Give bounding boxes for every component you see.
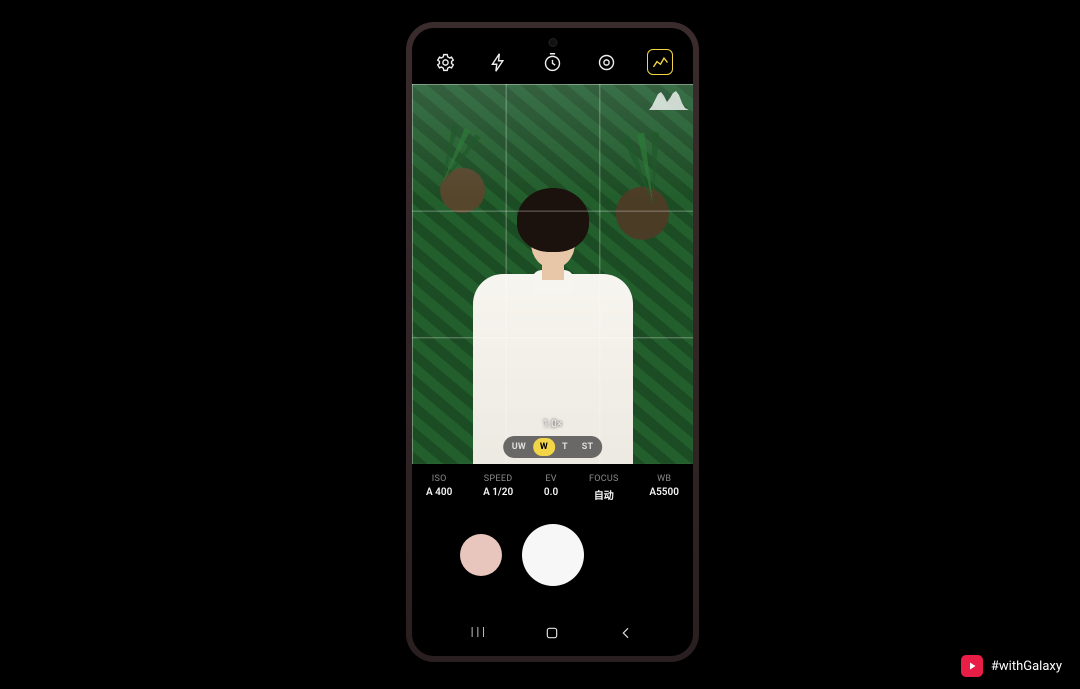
param-ev[interactable]: EV 0.0 [544, 474, 558, 502]
camera-viewfinder[interactable]: 1.0× UW W T ST [412, 84, 693, 464]
nav-recents-icon[interactable]: III [465, 625, 493, 641]
param-iso[interactable]: ISO A 400 [426, 474, 452, 502]
pro-params-row: ISO A 400 SPEED A 1/20 EV 0.0 FOCUS 自动 W… [412, 464, 693, 508]
withgalaxy-badge[interactable]: #withGalaxy [961, 655, 1062, 677]
param-value: 自动 [594, 487, 614, 502]
lens-tab-t[interactable]: T [555, 438, 575, 456]
lens-tab-w[interactable]: W [533, 438, 555, 456]
param-focus[interactable]: FOCUS 自动 [589, 474, 619, 502]
shutter-area [412, 508, 693, 616]
lens-selector: UW W T ST [503, 436, 603, 458]
lens-tab-uw[interactable]: UW [505, 438, 533, 456]
phone-frame: 1.0× UW W T ST ISO A 400 SPEED A 1/20 EV… [406, 22, 699, 662]
camera-top-toolbar [412, 28, 693, 84]
zoom-level-label: 1.0× [543, 419, 562, 430]
histogram-overlay [649, 88, 689, 110]
flash-icon[interactable] [486, 49, 512, 75]
android-nav-bar: III [412, 616, 693, 656]
phone-screen: 1.0× UW W T ST ISO A 400 SPEED A 1/20 EV… [412, 28, 693, 656]
ratio-icon[interactable] [593, 49, 619, 75]
settings-icon[interactable] [432, 49, 458, 75]
param-label: FOCUS [589, 474, 619, 484]
histogram-toggle-icon[interactable] [647, 49, 673, 75]
front-camera-punch-hole [548, 38, 557, 47]
param-value: A 1/20 [483, 487, 513, 498]
param-label: WB [657, 474, 671, 484]
lens-tab-st[interactable]: ST [575, 438, 601, 456]
param-speed[interactable]: SPEED A 1/20 [483, 474, 513, 502]
param-wb[interactable]: WB A5500 [649, 474, 679, 502]
youtube-icon [961, 655, 983, 677]
nav-home-icon[interactable] [538, 625, 566, 641]
viewfinder-subject [463, 144, 643, 464]
gallery-thumbnail[interactable] [460, 534, 502, 576]
shutter-button[interactable] [522, 524, 584, 586]
nav-back-icon[interactable] [612, 625, 640, 641]
param-value: 0.0 [544, 487, 558, 498]
param-label: EV [545, 474, 556, 484]
param-label: SPEED [484, 474, 513, 484]
timer-icon[interactable] [540, 49, 566, 75]
param-value: A5500 [649, 487, 679, 498]
badge-text: #withGalaxy [991, 659, 1062, 674]
param-label: ISO [432, 474, 447, 484]
param-value: A 400 [426, 487, 452, 498]
